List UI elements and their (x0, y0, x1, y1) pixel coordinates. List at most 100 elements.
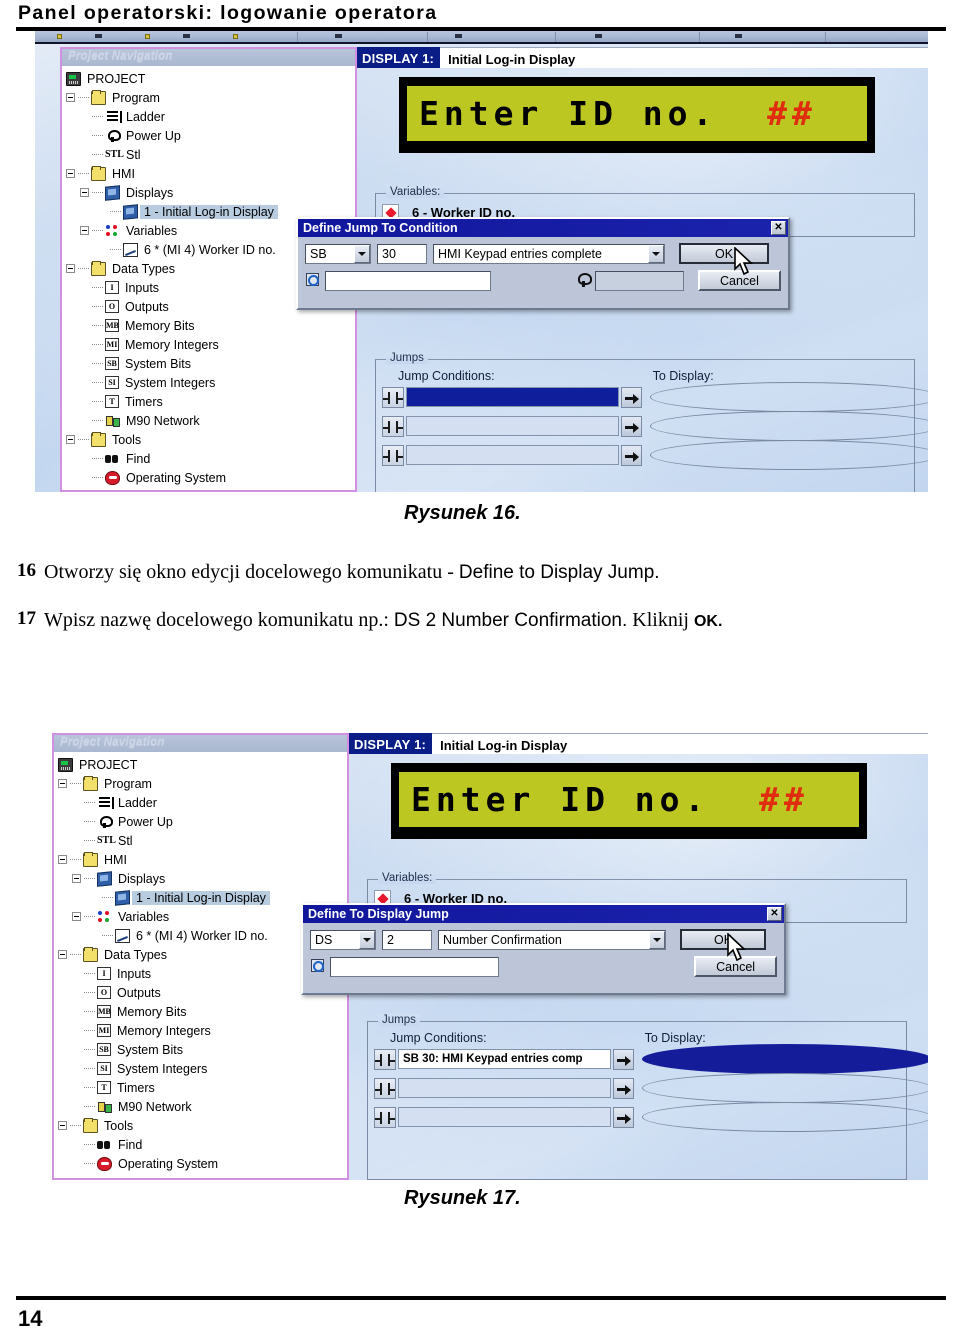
tree-expander[interactable] (72, 912, 81, 921)
to-display-target[interactable] (650, 440, 928, 470)
chevron-down-icon[interactable] (354, 244, 370, 263)
tree-item[interactable]: Program (54, 774, 347, 793)
jump-condition-field[interactable] (406, 445, 619, 465)
application-toolbar-strip[interactable] (35, 31, 928, 44)
jump-arrow-icon[interactable] (621, 415, 642, 437)
jump-arrow-icon[interactable] (621, 444, 642, 466)
tree-item[interactable]: PROJECT (54, 755, 347, 774)
tree-expander[interactable] (66, 93, 75, 102)
tree-item[interactable]: Find (54, 1135, 347, 1154)
operand-description-select[interactable]: Number Confirmation (438, 929, 666, 950)
link-input[interactable] (595, 270, 684, 291)
tree-item[interactable]: Find (62, 449, 355, 468)
tree-item[interactable]: SI System Integers (54, 1059, 347, 1078)
tree-item[interactable]: M90 Network (54, 1097, 347, 1116)
jump-condition-field[interactable] (406, 416, 619, 436)
define-to-display-jump-dialog[interactable]: Define To Display Jump ✕ DS 2 Number Con… (301, 903, 786, 995)
tree-expander[interactable] (58, 855, 67, 864)
contact-icon (382, 444, 404, 466)
close-icon[interactable]: ✕ (771, 221, 786, 235)
dialog-title-bar: Define To Display Jump ✕ (303, 905, 784, 923)
jump-row[interactable] (374, 1102, 928, 1132)
tree-item[interactable]: SB System Bits (62, 354, 355, 373)
operand-type-select[interactable]: SB (305, 243, 371, 264)
tree-expander[interactable] (58, 1121, 67, 1130)
chevron-down-icon[interactable] (649, 930, 665, 949)
jump-arrow-icon[interactable] (621, 386, 642, 408)
jump-arrow-icon[interactable] (613, 1106, 634, 1128)
tree-item[interactable]: HMI (54, 850, 347, 869)
tree-item[interactable]: T Timers (62, 392, 355, 411)
tree-expander[interactable] (66, 264, 75, 273)
tree-item[interactable]: Displays (54, 869, 347, 888)
jump-row[interactable]: SB 30: HMI Keypad entries comp (374, 1044, 928, 1074)
tree-item[interactable]: Program (62, 88, 355, 107)
jump-condition-field[interactable] (406, 387, 619, 407)
note-input[interactable] (325, 270, 492, 291)
to-display-target[interactable] (642, 1044, 928, 1074)
jump-condition-field[interactable] (398, 1107, 611, 1127)
ok-button[interactable]: OK (680, 929, 766, 950)
close-icon[interactable]: ✕ (767, 907, 782, 921)
tree-expander[interactable] (80, 226, 89, 235)
jump-arrow-icon[interactable] (613, 1077, 634, 1099)
jump-row[interactable] (382, 411, 928, 441)
jump-row[interactable] (382, 440, 928, 470)
tree-item[interactable]: PROJECT (62, 69, 355, 88)
tree-item[interactable]: STL Stl (54, 831, 347, 850)
tree-item[interactable]: Ladder (62, 107, 355, 126)
dialog-note-row: Cancel (310, 956, 777, 977)
ok-button[interactable]: OK (679, 243, 769, 264)
tree-connector (84, 821, 95, 822)
folder-icon (83, 851, 98, 867)
tree-item[interactable]: MI Memory Integers (54, 1021, 347, 1040)
to-display-target[interactable] (642, 1073, 928, 1103)
jump-arrow-icon[interactable] (613, 1048, 634, 1070)
to-display-target[interactable] (642, 1102, 928, 1132)
tree-connector (84, 878, 95, 879)
tree-item[interactable]: Tools (62, 430, 355, 449)
tree-item[interactable]: T Timers (54, 1078, 347, 1097)
to-display-target[interactable] (650, 382, 928, 412)
tree-item[interactable]: MI Memory Integers (62, 335, 355, 354)
jump-condition-field[interactable]: SB 30: HMI Keypad entries comp (398, 1049, 611, 1069)
operand-description-select[interactable]: HMI Keypad entries complete (433, 243, 665, 264)
tree-expander[interactable] (66, 435, 75, 444)
tree-item[interactable]: Displays (62, 183, 355, 202)
tree-item[interactable]: Operating System (54, 1154, 347, 1173)
tree-item[interactable]: STL Stl (62, 145, 355, 164)
operand-address-input[interactable]: 30 (377, 243, 427, 264)
tree-item[interactable]: Power Up (62, 126, 355, 145)
tree-item[interactable]: Power Up (54, 812, 347, 831)
tree-item[interactable]: MB Memory Bits (62, 316, 355, 335)
define-jump-to-condition-dialog[interactable]: Define Jump To Condition ✕ SB 30 HMI Key… (296, 217, 790, 310)
tree-item[interactable]: MB Memory Bits (54, 1002, 347, 1021)
tree-item[interactable]: Ladder (54, 793, 347, 812)
operand-type-select[interactable]: DS (310, 929, 376, 950)
tree-expander[interactable] (66, 169, 75, 178)
tree-expander[interactable] (58, 779, 67, 788)
tree-item[interactable]: Tools (54, 1116, 347, 1135)
tree-expander[interactable] (72, 874, 81, 883)
jump-condition-field[interactable] (398, 1078, 611, 1098)
tree-item[interactable]: M90 Network (62, 411, 355, 430)
tree-item[interactable]: HMI (62, 164, 355, 183)
tree-expander[interactable] (80, 188, 89, 197)
tree-item[interactable]: Operating System (62, 468, 355, 487)
jump-row[interactable] (382, 382, 928, 412)
search-icon[interactable] (305, 272, 322, 289)
chevron-down-icon[interactable] (648, 244, 664, 263)
operand-description-value: Number Confirmation (443, 932, 562, 947)
cancel-button[interactable]: Cancel (694, 956, 777, 977)
tree-item[interactable]: SI System Integers (62, 373, 355, 392)
search-icon[interactable] (310, 958, 327, 975)
tree-expander[interactable] (58, 950, 67, 959)
tree-item[interactable]: SB System Bits (54, 1040, 347, 1059)
note-input[interactable] (330, 956, 500, 977)
jump-row[interactable] (374, 1073, 928, 1103)
folder-icon (83, 775, 98, 791)
cancel-button[interactable]: Cancel (697, 270, 781, 291)
to-display-target[interactable] (650, 411, 928, 441)
operand-address-input[interactable]: 2 (382, 929, 432, 950)
chevron-down-icon[interactable] (359, 930, 375, 949)
